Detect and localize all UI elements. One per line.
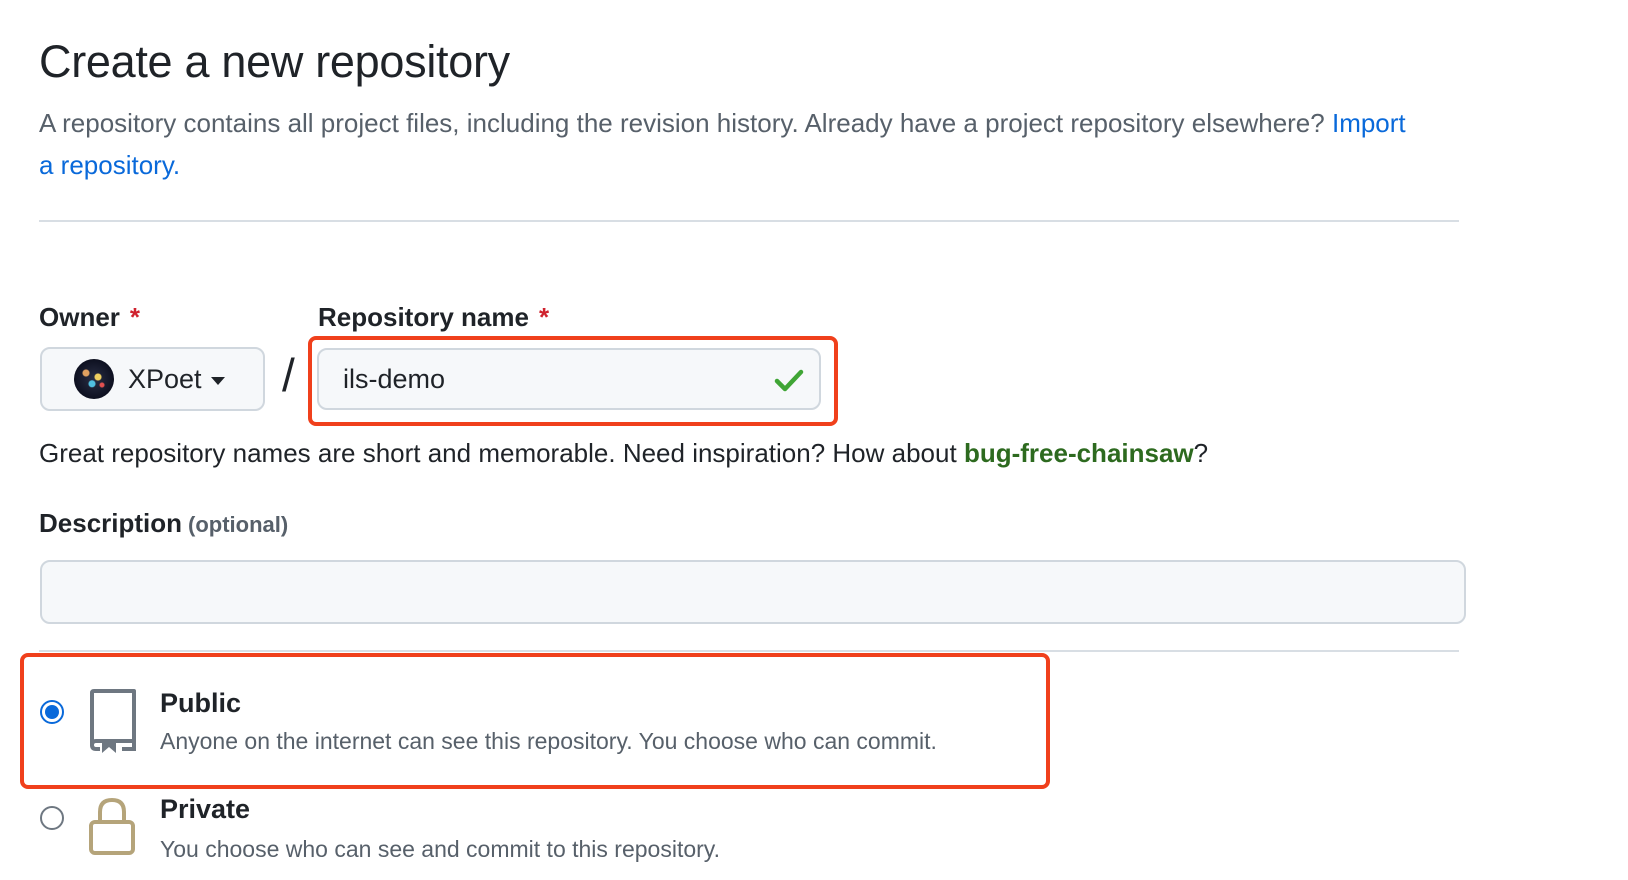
owner-required-mark: * — [129, 302, 141, 332]
repository-name-highlight — [308, 336, 838, 426]
hint-text: Great repository names are short and mem… — [39, 438, 957, 468]
description-label: Description (optional) — [39, 508, 288, 539]
owner-value: XPoet — [128, 363, 202, 394]
private-option-description: You choose who can see and commit to thi… — [160, 836, 720, 862]
chevron-down-icon — [210, 376, 225, 385]
description-optional-label: (optional) — [188, 512, 289, 537]
private-option-title: Private — [160, 794, 251, 824]
page-title: Create a new repository — [39, 36, 510, 87]
owner-repo-separator: / — [282, 349, 295, 401]
owner-label: Owner * — [39, 302, 140, 333]
create-repo-page: Create a new repository A repository con… — [0, 0, 1628, 880]
private-radio[interactable] — [40, 806, 64, 830]
description-label-text: Description — [39, 508, 183, 538]
hint-suffix: ? — [1193, 438, 1209, 468]
intro-description: A repository contains all project files,… — [39, 108, 1325, 138]
owner-select-button[interactable]: XPoet — [40, 347, 265, 411]
owner-avatar — [74, 359, 114, 399]
owner-label-text: Owner — [39, 302, 120, 332]
public-option-highlight — [20, 653, 1050, 789]
repository-name-required-mark: * — [538, 302, 550, 332]
description-input[interactable] — [40, 560, 1466, 624]
repository-name-label-text: Repository name — [318, 302, 529, 332]
repository-name-label: Repository name * — [318, 302, 549, 333]
lock-icon — [89, 797, 135, 855]
visibility-divider — [39, 650, 1459, 652]
suggested-name-link[interactable]: bug-free-chainsaw — [964, 438, 1194, 468]
repository-name-hint: Great repository names are short and mem… — [39, 438, 1208, 469]
intro-text: A repository contains all project files,… — [39, 102, 1419, 186]
header-divider — [39, 220, 1459, 222]
